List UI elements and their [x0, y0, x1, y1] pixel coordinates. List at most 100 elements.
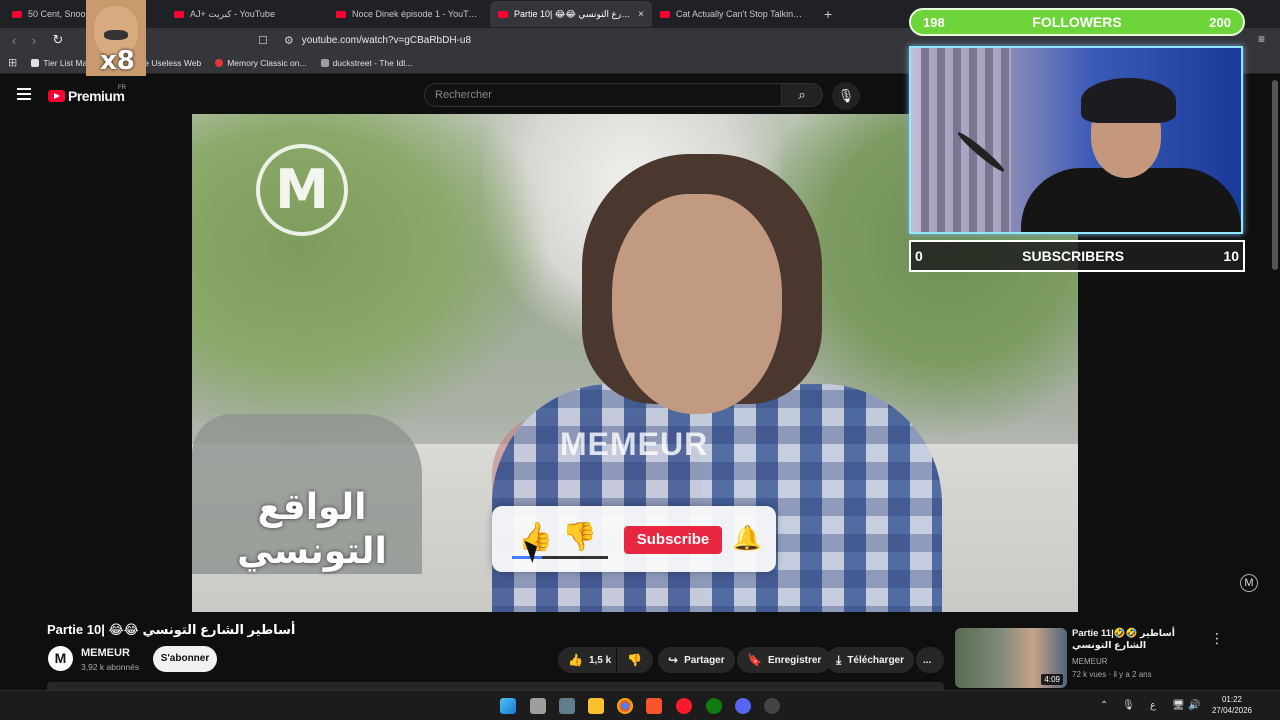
address-bar[interactable]: ☐ ⚙ youtube.com/watch?v=gCBaRbDH-u8	[258, 30, 898, 50]
input-language[interactable]: ع	[1150, 700, 1156, 711]
site-info-icon[interactable]: ⚙	[284, 34, 294, 47]
webcam-streamer-cap	[1081, 78, 1176, 123]
webcam-feed	[909, 46, 1243, 234]
save-button[interactable]: 🔖 Enregistrer	[737, 647, 832, 673]
emote-multiplier: x8	[100, 46, 135, 76]
bookmark-item[interactable]: Memory Classic on...	[215, 57, 307, 68]
arabic-caption: الواقع التونسي	[237, 487, 387, 572]
bookmark-icon[interactable]: ☐	[258, 34, 268, 47]
subscribers-goal: 10	[1223, 248, 1239, 264]
file-explorer-icon[interactable]	[588, 698, 604, 714]
interviewee-face	[612, 194, 782, 414]
apps-grid-icon[interactable]: ⊞	[8, 56, 17, 69]
youtube-favicon-icon	[12, 10, 22, 18]
subscribers-label: SUBSCRIBERS	[1022, 248, 1125, 264]
emote-mouth	[104, 30, 128, 40]
bookmark-label: duckstreet - The Idl...	[332, 57, 413, 68]
forward-icon[interactable]: ›	[24, 33, 44, 48]
browser-tab[interactable]: Noce Dinek épisode 1 - YouTube	[328, 1, 490, 27]
subscribers-current: 0	[915, 248, 923, 264]
subscribe-button[interactable]: S'abonner	[153, 646, 217, 672]
branding-watermark-icon[interactable]: M	[1240, 574, 1258, 592]
download-label: Télécharger	[847, 654, 905, 666]
store-icon[interactable]	[559, 698, 575, 714]
network-icon[interactable]: 🖥	[1172, 700, 1185, 711]
logo-text: Premium	[68, 88, 125, 104]
xbox-icon[interactable]	[706, 698, 722, 714]
tab-title: Partie 10| 😂😂 أساطير الشارع التونسي	[514, 8, 633, 19]
search-icon[interactable]: ⌕	[781, 83, 823, 107]
description-box[interactable]	[47, 682, 944, 690]
video-title: Partie 10| 😂😂 أساطير الشارع التونسي	[47, 622, 296, 637]
bookmark-favicon-icon	[320, 58, 329, 67]
voice-search-icon[interactable]: 🎙	[832, 82, 860, 110]
chrome-icon[interactable]	[617, 698, 633, 714]
system-clock[interactable]: 01:22 27/04/2026	[1208, 694, 1256, 716]
like-button[interactable]: 👍 1,5 k	[558, 647, 616, 673]
hamburger-menu-icon[interactable]	[17, 88, 31, 100]
brave-icon[interactable]	[646, 698, 662, 714]
dislike-button[interactable]: 👎	[617, 647, 653, 673]
video-frame-trees	[192, 114, 552, 444]
app-icon[interactable]	[764, 698, 780, 714]
search-input[interactable]: Rechercher	[424, 83, 782, 107]
share-label: Partager	[684, 654, 725, 666]
opera-icon[interactable]	[676, 698, 692, 714]
bell-icon: 🔔	[732, 525, 762, 552]
recommended-channel[interactable]: MEMEUR	[1072, 657, 1108, 666]
tray-chevron-icon[interactable]: ⌃	[1100, 700, 1108, 711]
youtube-favicon-icon	[498, 10, 508, 18]
subscribe-graphic-button: Subscribe	[624, 526, 722, 554]
channel-avatar[interactable]: M	[48, 646, 73, 671]
tab-title: AJ+ كبريت - YouTube	[190, 8, 275, 19]
clock-time: 01:22	[1221, 695, 1243, 704]
back-icon[interactable]: ‹	[4, 33, 24, 48]
like-count: 1,5 k	[588, 654, 612, 666]
bookmark-item[interactable]: duckstreet - The Idl...	[320, 57, 413, 68]
followers-goal-bar: 198 FOLLOWERS 200	[909, 8, 1245, 36]
close-tab-icon[interactable]: ×	[638, 9, 644, 20]
task-view-icon[interactable]	[530, 698, 546, 714]
windows-taskbar: ⌃ 🎙 ع 🖥 🔊 01:22 27/04/2026	[0, 690, 1280, 720]
interviewee-shirt-pattern	[492, 384, 942, 612]
thumbs-down-icon: 👎	[562, 521, 597, 552]
channel-name[interactable]: MEMEUR	[81, 647, 130, 659]
memeur-watermark: MEMEUR	[560, 426, 709, 462]
save-label: Enregistrer	[767, 654, 822, 666]
discord-icon[interactable]	[735, 698, 751, 714]
url-text[interactable]: youtube.com/watch?v=gCBaRbDH-u8	[302, 35, 471, 46]
thumbs-up-icon: 👍	[568, 653, 583, 667]
new-tab-button[interactable]: +	[814, 6, 842, 22]
volume-icon[interactable]: 🔊	[1188, 700, 1200, 711]
reload-icon[interactable]: ↻	[48, 32, 68, 48]
tab-title: Cat Actually Can't Stop Talking To Hi	[676, 9, 806, 19]
browser-tab-active[interactable]: Partie 10| 😂😂 أساطير الشارع التونسي ×	[490, 1, 652, 27]
bookmark-icon: 🔖	[747, 653, 762, 667]
browser-tab[interactable]: AJ+ كبريت - YouTube	[166, 1, 328, 27]
youtube-favicon-icon	[336, 10, 346, 18]
recommended-meta: 72 k vues · il y a 2 ans	[1072, 670, 1152, 679]
screen: 50 Cent, Snoop E AJ+ كبريت - YouTube Noc…	[0, 0, 1280, 720]
browser-menu-icon[interactable]: ≡	[1258, 32, 1265, 46]
start-icon[interactable]	[500, 698, 516, 714]
recommended-thumbnail[interactable]: 4:09	[955, 628, 1067, 688]
subscribers-goal-bar: 0 SUBSCRIBERS 10	[909, 240, 1245, 272]
page-scrollbar[interactable]	[1272, 80, 1278, 270]
download-icon: ⤓	[836, 652, 842, 667]
bookmark-label: Memory Classic on...	[227, 57, 307, 68]
video-duration: 4:09	[1041, 674, 1063, 685]
youtube-favicon-icon	[660, 10, 670, 18]
logo-region: FR	[118, 85, 126, 91]
youtube-logo[interactable]: Premium FR	[48, 85, 126, 104]
channel-subscriber-count: 3,92 k abonnés	[81, 662, 140, 672]
bookmark-favicon-icon	[215, 58, 224, 67]
download-button[interactable]: ⤓ Télécharger	[826, 647, 915, 673]
more-actions-button[interactable]: ...	[916, 647, 944, 673]
youtube-favicon-icon	[174, 10, 184, 18]
more-vert-icon[interactable]: ⋮	[1210, 630, 1224, 647]
share-icon: ↪	[668, 653, 679, 667]
recommended-title[interactable]: Partie 11|🤣🤣 أساطير الشارع التونسي	[1072, 628, 1202, 652]
share-button[interactable]: ↪ Partager	[658, 647, 735, 673]
browser-tab[interactable]: Cat Actually Can't Stop Talking To Hi	[652, 1, 814, 27]
mic-icon[interactable]: 🎙	[1122, 700, 1135, 711]
